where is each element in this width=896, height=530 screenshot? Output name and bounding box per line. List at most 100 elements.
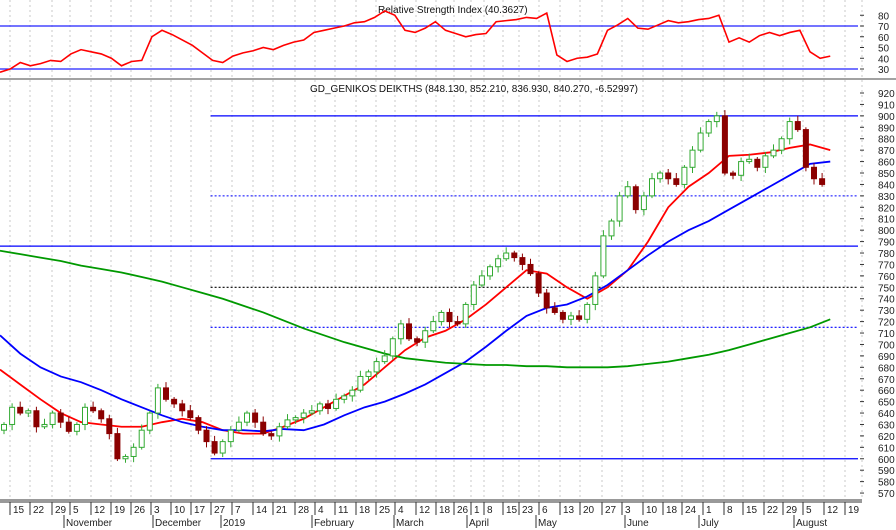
candle [478,270,485,288]
candle [260,416,267,436]
price-tick-label: 890 [878,123,895,134]
candle [300,409,307,424]
price-tick-label: 640 [878,409,895,420]
moving-average-line [0,160,831,433]
candle-body [41,423,48,428]
candle-body [341,395,348,400]
x-day-label: 12 [419,505,431,516]
x-month-label: December [155,518,202,529]
x-month-label: July [701,518,719,529]
candle [754,157,761,172]
candle-body [25,410,32,414]
candle-body [276,426,283,437]
x-day-label: 18 [666,505,678,516]
price-tick-label: 710 [878,329,895,340]
candle [462,302,469,328]
x-day-label: 13 [563,505,575,516]
x-month-label: June [627,518,649,529]
candle-body [819,178,826,185]
candle-body [260,421,267,435]
candle-body [373,361,380,373]
x-day-label: 8 [487,505,493,516]
candle [616,191,623,227]
candle-body [381,355,388,363]
x-month-label: March [396,518,424,529]
moving-average-line [0,143,831,435]
candle [657,170,664,183]
candle-body [786,121,793,140]
candle [1,422,7,435]
candle-body [146,412,153,431]
candle [640,191,647,216]
x-day-label: 5 [806,505,812,516]
candle-body [154,387,161,414]
candle-body [397,323,404,340]
candle-body [82,406,88,425]
candle [665,169,672,185]
price-tick-label: 780 [878,249,895,260]
candle [357,370,364,393]
candle-body [130,446,137,457]
candle-body [624,186,631,197]
candle [211,435,218,456]
candle-body [713,115,720,123]
candle-body [665,172,672,180]
price-tick-label: 770 [878,260,895,271]
price-tick-label: 910 [878,100,895,111]
candle-body [762,155,769,168]
x-day-label: 6 [542,505,548,516]
x-day-label: 26 [457,505,469,516]
rsi-tick-label: 60 [878,33,890,44]
x-day-label: 23 [522,505,534,516]
x-day-label: 19 [848,505,860,516]
candle-body [454,321,461,325]
price-tick-label: 810 [878,215,895,226]
candle-body [211,441,218,454]
price-tick-label: 880 [878,135,895,146]
x-day-label: 18 [359,505,371,516]
x-day-label: 3 [154,505,160,516]
candle [82,403,88,431]
candle [438,310,445,326]
price-tick-label: 720 [878,318,895,329]
candle [608,218,615,240]
candle [487,264,493,280]
candle [49,410,56,429]
x-axis: 15 22 29 5 12 19 26 3 10 17 27 7 14 21 28 4 11 18 25 4 12 18 2… [0,499,862,529]
x-month-label: 2019 [223,518,246,529]
candle-body [203,429,210,443]
candle [203,426,210,448]
x-day-label: 18 [439,505,451,516]
candle-body [414,338,421,343]
candle-body [9,406,16,425]
candle-body [219,441,226,454]
x-day-label: 12 [94,505,106,516]
candle-body [171,398,178,405]
candle-body [649,178,655,197]
candle [559,310,566,324]
x-day-label: 7 [235,505,241,516]
price-tick-label: 600 [878,455,895,466]
candle [600,230,607,279]
rsi-tick-label: 70 [878,22,890,33]
candle [122,454,129,463]
candle-body [114,433,121,460]
candle [41,418,48,430]
rsi-line [0,10,831,73]
candle-body [568,315,574,320]
price-tick-label: 760 [878,272,895,283]
x-day-label: 22 [767,505,779,516]
price-title: GD_GENIKOS DEIKTHS (848.130, 852.210, 83… [310,84,638,95]
candle [333,393,340,411]
candle [316,401,323,415]
candle-body [98,410,105,420]
candle-body [65,421,72,432]
candle [187,405,194,420]
x-day-label: 25 [379,505,391,516]
candle [470,281,477,311]
x-day-label: 10 [174,505,186,516]
x-day-label: 27 [605,505,617,516]
candle-body [608,220,615,237]
candle [519,253,526,271]
candle [195,415,202,435]
